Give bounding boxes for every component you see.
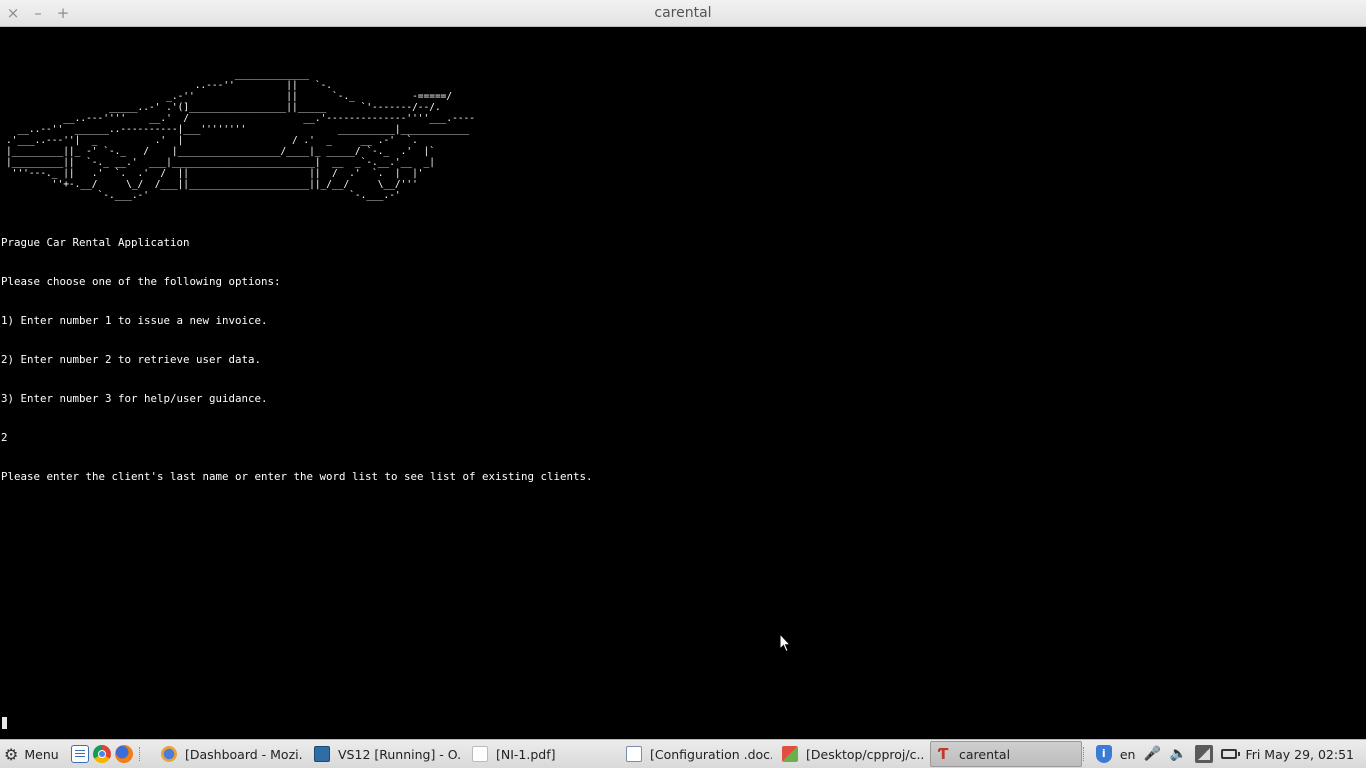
mozilla-icon bbox=[161, 746, 177, 762]
ascii-car-art: _____________ ..---'' || `-. _.-'' || `-… bbox=[6, 69, 475, 201]
keyboard-layout[interactable]: en bbox=[1120, 747, 1136, 762]
text-cursor bbox=[2, 717, 7, 729]
document-icon bbox=[626, 746, 642, 762]
task-pdf[interactable]: [NI-1.pdf] bbox=[468, 741, 618, 767]
task-label: [NI-1.pdf] bbox=[496, 746, 556, 762]
window-title: carental bbox=[654, 5, 712, 21]
microphone-icon[interactable]: 🎤 bbox=[1143, 745, 1161, 763]
pdf-icon bbox=[472, 746, 488, 762]
option-3-line: 3) Enter number 3 for help/user guidance… bbox=[1, 392, 268, 405]
terminal-output: Prague Car Rental Application Please cho… bbox=[1, 210, 593, 509]
tray-separator bbox=[1082, 747, 1086, 761]
task-configuration-doc[interactable]: [Configuration .doc... bbox=[622, 741, 772, 767]
clock[interactable]: Fri May 29, 02:51 bbox=[1245, 747, 1354, 762]
task-label: [Configuration .doc... bbox=[650, 746, 772, 762]
code-editor-icon bbox=[782, 746, 798, 762]
menu-button[interactable]: ⚙ Menu bbox=[4, 740, 59, 768]
firefox-icon[interactable] bbox=[115, 745, 133, 763]
task-label: VS12 [Running] - O... bbox=[338, 746, 460, 762]
battery-icon[interactable] bbox=[1221, 749, 1241, 759]
text-editor-icon[interactable] bbox=[71, 745, 89, 763]
client-prompt-line: Please enter the client's last name or e… bbox=[1, 470, 593, 483]
terminal-icon: Ƭ bbox=[937, 745, 949, 763]
menu-label: Menu bbox=[24, 746, 59, 762]
task-virtualbox[interactable]: VS12 [Running] - O... bbox=[310, 741, 460, 767]
network-icon[interactable] bbox=[1195, 745, 1214, 763]
option-1-line: 1) Enter number 1 to issue a new invoice… bbox=[1, 314, 268, 327]
launcher-separator bbox=[139, 747, 142, 761]
prompt-line: Please choose one of the following optio… bbox=[1, 275, 281, 288]
window-titlebar[interactable]: × – + carental bbox=[0, 0, 1366, 27]
option-2-line: 2) Enter number 2 to retrieve user data. bbox=[1, 353, 262, 366]
gear-icon: ⚙ bbox=[4, 744, 19, 764]
volume-icon[interactable]: 🔈 bbox=[1169, 745, 1187, 763]
app-title-line: Prague Car Rental Application bbox=[1, 236, 190, 249]
quick-launcher bbox=[71, 740, 144, 768]
chrome-icon[interactable] bbox=[93, 745, 111, 763]
shield-icon[interactable]: i bbox=[1095, 745, 1112, 763]
user-input-line: 2 bbox=[1, 431, 8, 444]
task-dashboard-mozilla[interactable]: [Dashboard - Mozi... bbox=[157, 741, 302, 767]
system-tray: i en 🎤 🔈 Fri May 29, 02:51 bbox=[1081, 740, 1366, 768]
task-label: [Dashboard - Mozi... bbox=[185, 746, 302, 762]
task-code-editor[interactable]: [Desktop/cpproj/c... bbox=[778, 741, 923, 767]
virtualbox-icon bbox=[314, 746, 330, 762]
task-label: [Desktop/cpproj/c... bbox=[806, 746, 923, 762]
task-carental[interactable]: Ƭ carental bbox=[930, 741, 1082, 767]
terminal-area[interactable]: _____________ ..---'' || `-. _.-'' || `-… bbox=[0, 27, 1366, 739]
taskbar: ⚙ Menu [Dashboard - Mozi... VS12 [Runnin… bbox=[0, 739, 1366, 768]
mouse-pointer-icon bbox=[779, 633, 791, 653]
task-label: carental bbox=[959, 746, 1011, 762]
